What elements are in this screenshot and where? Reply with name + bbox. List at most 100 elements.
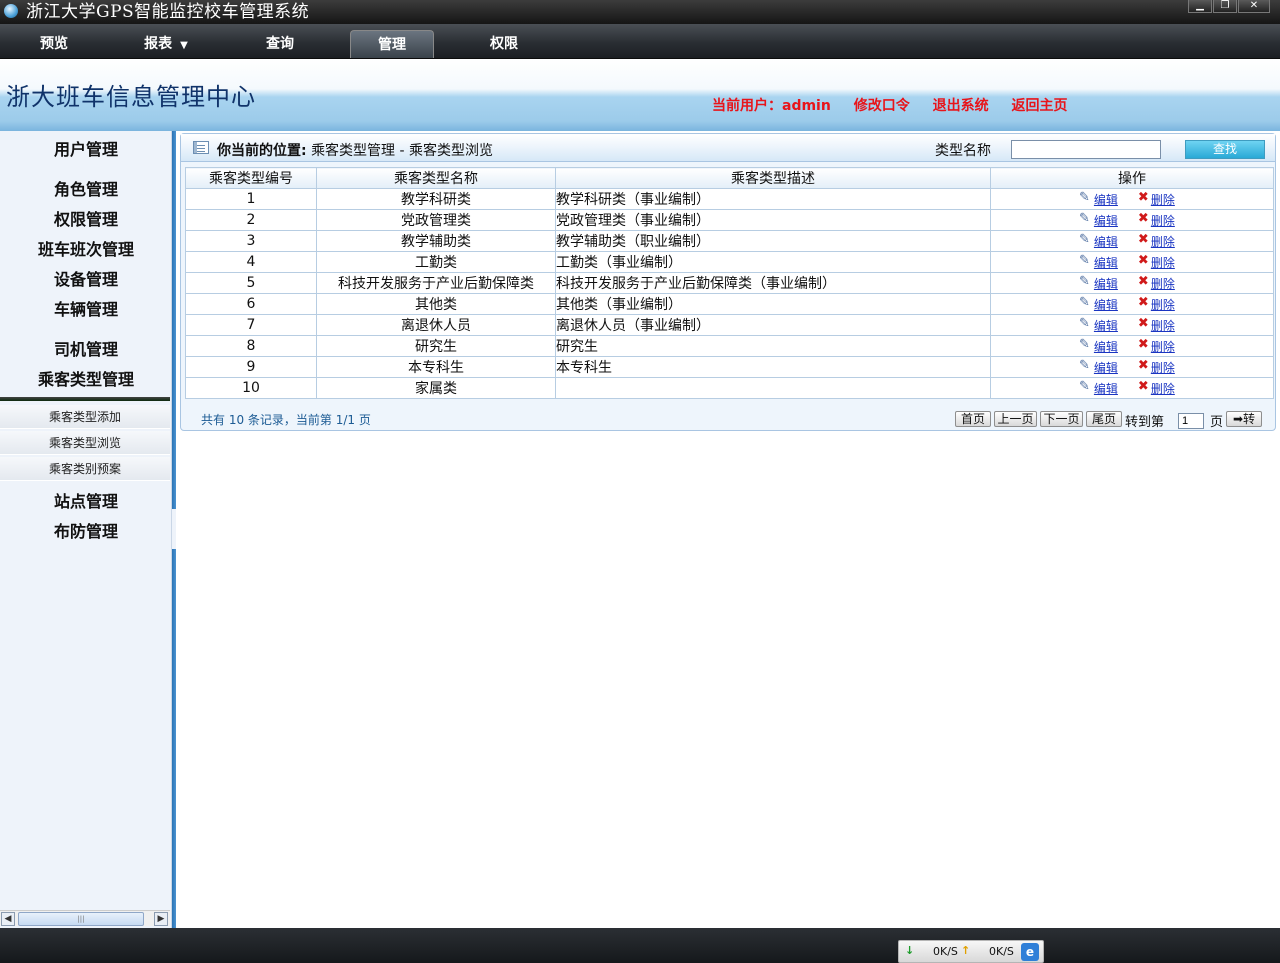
delete-link[interactable]: 删除 bbox=[1151, 340, 1175, 354]
edit-link[interactable]: 编辑 bbox=[1094, 298, 1118, 312]
sidebar-item-drivers[interactable]: 司机管理 bbox=[0, 336, 172, 360]
upload-rate: 0K/S bbox=[989, 945, 1014, 958]
type-name-search-input[interactable] bbox=[1011, 140, 1161, 159]
cell-name: 离退休人员 bbox=[316, 314, 556, 336]
cell-actions: ✎ 编辑 ✖ 删除 bbox=[990, 377, 1274, 399]
search-label: 类型名称 bbox=[935, 143, 991, 159]
cell-actions: ✎ 编辑 ✖ 删除 bbox=[990, 230, 1274, 252]
goto-page-button[interactable]: ➡转 bbox=[1226, 411, 1262, 427]
cell-id: 7 bbox=[185, 314, 317, 336]
delete-link[interactable]: 删除 bbox=[1151, 361, 1175, 375]
delete-link[interactable]: 删除 bbox=[1151, 193, 1175, 207]
pencil-icon: ✎ bbox=[1079, 210, 1090, 226]
restore-button[interactable]: ❐ bbox=[1213, 0, 1237, 13]
delete-link[interactable]: 删除 bbox=[1151, 214, 1175, 228]
cell-actions: ✎ 编辑 ✖ 删除 bbox=[990, 335, 1274, 357]
sidebar-item-stations[interactable]: 站点管理 bbox=[0, 488, 172, 512]
col-header-name: 乘客类型名称 bbox=[316, 167, 556, 189]
menu-permissions[interactable]: 权限 bbox=[462, 30, 546, 58]
scroll-left-icon[interactable]: ◀ bbox=[1, 912, 15, 926]
passenger-type-panel: 你当前的位置: 乘客类型管理 - 乘客类型浏览 类型名称 查找 乘客类型编号 乘… bbox=[180, 133, 1276, 431]
delete-link[interactable]: 删除 bbox=[1151, 319, 1175, 333]
menu-query[interactable]: 查询 bbox=[238, 30, 322, 58]
edit-link[interactable]: 编辑 bbox=[1094, 277, 1118, 291]
logout-link[interactable]: 退出系统 bbox=[933, 98, 989, 114]
pagination-bar: 共有 10 条记录，当前第 1/1 页 首页 上一页 下一页 尾页 转到第 页 … bbox=[181, 406, 1275, 430]
home-link[interactable]: 返回主页 bbox=[1011, 98, 1067, 114]
delete-link[interactable]: 删除 bbox=[1151, 382, 1175, 396]
cell-id: 4 bbox=[185, 251, 317, 273]
delete-link[interactable]: 删除 bbox=[1151, 235, 1175, 249]
window-title: 浙江大学GPS智能监控校车管理系统 bbox=[26, 2, 310, 22]
sidebar-item-devices[interactable]: 设备管理 bbox=[0, 266, 172, 290]
cell-desc: 其他类（事业编制） bbox=[555, 293, 991, 315]
menu-reports[interactable]: 报表 ▼ bbox=[124, 30, 208, 58]
edit-link[interactable]: 编辑 bbox=[1094, 340, 1118, 354]
menu-manage[interactable]: 管理 bbox=[350, 30, 434, 58]
page-number-input[interactable] bbox=[1178, 413, 1204, 429]
prev-page-button[interactable]: 上一页 bbox=[994, 411, 1037, 427]
subitem-passenger-plan[interactable]: 乘客类别预案 bbox=[0, 457, 170, 481]
subitem-browse-passenger-types[interactable]: 乘客类型浏览 bbox=[0, 431, 170, 455]
passenger-type-table: 乘客类型编号 乘客类型名称 乘客类型描述 操作 1 教学科研类 教学科研类（事业编制… bbox=[185, 167, 1274, 399]
sidebar-item-vehicles[interactable]: 车辆管理 bbox=[0, 296, 172, 320]
cell-id: 6 bbox=[185, 293, 317, 315]
table-row: 3 教学辅助类 教学辅助类（职业编制） ✎ 编辑 ✖ 删除 bbox=[185, 230, 1274, 252]
edit-link[interactable]: 编辑 bbox=[1094, 235, 1118, 249]
change-password-link[interactable]: 修改口令 bbox=[854, 98, 910, 114]
subitem-add-passenger-type[interactable]: 乘客类型添加 bbox=[0, 405, 170, 429]
main-content: 你当前的位置: 乘客类型管理 - 乘客类型浏览 类型名称 查找 乘客类型编号 乘… bbox=[176, 131, 1280, 928]
goto-label: 转到第 bbox=[1125, 415, 1165, 430]
cell-actions: ✎ 编辑 ✖ 删除 bbox=[990, 188, 1274, 210]
sidebar-item-defense[interactable]: 布防管理 bbox=[0, 518, 172, 542]
delete-x-icon: ✖ bbox=[1137, 231, 1149, 247]
delete-link[interactable]: 删除 bbox=[1151, 298, 1175, 312]
cell-actions: ✎ 编辑 ✖ 删除 bbox=[990, 209, 1274, 231]
breadcrumb-label: 你当前的位置: bbox=[217, 143, 307, 159]
edit-link[interactable]: 编辑 bbox=[1094, 256, 1118, 270]
delete-link[interactable]: 删除 bbox=[1151, 277, 1175, 291]
table-row: 9 本专科生 本专科生 ✎ 编辑 ✖ 删除 bbox=[185, 356, 1274, 378]
edit-link[interactable]: 编辑 bbox=[1094, 361, 1118, 375]
cell-name: 党政管理类 bbox=[316, 209, 556, 231]
cell-name: 本专科生 bbox=[316, 356, 556, 378]
delete-x-icon: ✖ bbox=[1137, 189, 1149, 205]
download-rate: 0K/S bbox=[933, 945, 958, 958]
edit-link[interactable]: 编辑 bbox=[1094, 193, 1118, 207]
delete-x-icon: ✖ bbox=[1137, 378, 1149, 394]
cell-name: 科技开发服务于产业后勤保障类 bbox=[316, 272, 556, 294]
next-page-button[interactable]: 下一页 bbox=[1040, 411, 1083, 427]
minimize-button[interactable]: ▁ bbox=[1188, 0, 1212, 13]
cell-desc bbox=[555, 377, 991, 399]
close-button[interactable]: ✕ bbox=[1238, 0, 1270, 13]
edit-link[interactable]: 编辑 bbox=[1094, 319, 1118, 333]
scrollbar-thumb[interactable]: ||| bbox=[18, 912, 144, 926]
sidebar-item-roles[interactable]: 角色管理 bbox=[0, 176, 172, 200]
edit-link[interactable]: 编辑 bbox=[1094, 214, 1118, 228]
pencil-icon: ✎ bbox=[1079, 357, 1090, 373]
delete-link[interactable]: 删除 bbox=[1151, 256, 1175, 270]
first-page-button[interactable]: 首页 bbox=[955, 411, 991, 427]
last-page-button[interactable]: 尾页 bbox=[1086, 411, 1122, 427]
sidebar: 用户管理 角色管理 权限管理 班车班次管理 设备管理 车辆管理 司机管理 乘客类… bbox=[0, 131, 172, 928]
sidebar-item-permissions[interactable]: 权限管理 bbox=[0, 206, 172, 230]
cell-id: 5 bbox=[185, 272, 317, 294]
cell-id: 2 bbox=[185, 209, 317, 231]
sidebar-item-shuttle-schedule[interactable]: 班车班次管理 bbox=[0, 236, 172, 260]
pencil-icon: ✎ bbox=[1079, 231, 1090, 247]
edit-link[interactable]: 编辑 bbox=[1094, 382, 1118, 396]
search-button[interactable]: 查找 bbox=[1185, 140, 1265, 159]
sidebar-horizontal-scrollbar[interactable]: ◀ ||| ▶ bbox=[0, 910, 170, 926]
page-suffix: 页 bbox=[1210, 415, 1224, 430]
cell-desc: 教学科研类（事业编制） bbox=[555, 188, 991, 210]
scroll-right-icon[interactable]: ▶ bbox=[154, 912, 168, 926]
browser-icon[interactable]: e bbox=[1021, 943, 1039, 961]
header-banner: 浙大班车信息管理中心 当前用户：admin 修改口令 退出系统 返回主页 bbox=[0, 59, 1280, 131]
sidebar-item-passenger-types[interactable]: 乘客类型管理 bbox=[0, 366, 172, 390]
cell-name: 教学辅助类 bbox=[316, 230, 556, 252]
menu-preview[interactable]: 预览 bbox=[12, 30, 96, 58]
cell-desc: 本专科生 bbox=[555, 356, 991, 378]
cell-id: 10 bbox=[185, 377, 317, 399]
sidebar-item-users[interactable]: 用户管理 bbox=[0, 136, 172, 160]
network-speed-tray: ↓ 0K/S ↑ 0K/S e bbox=[898, 940, 1044, 963]
